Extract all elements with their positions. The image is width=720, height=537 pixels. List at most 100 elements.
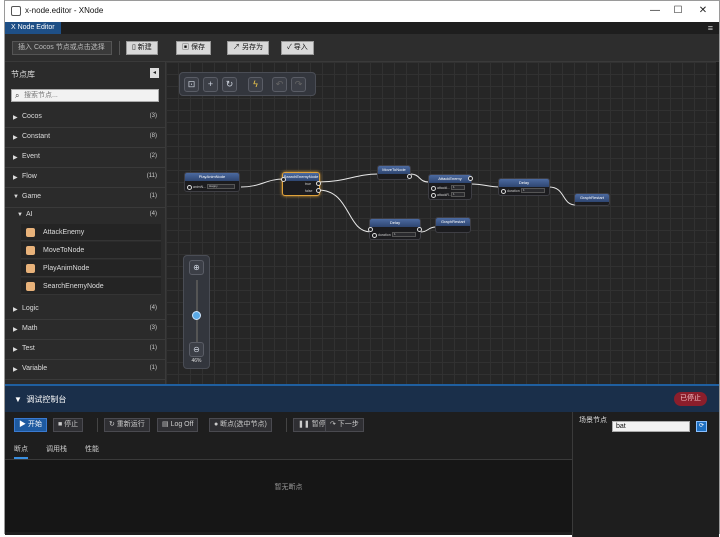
undo-icon[interactable]: ↶ xyxy=(272,77,287,92)
start-button[interactable]: ▶ 开始 xyxy=(14,418,47,432)
category-math[interactable]: ▶ Math (3) xyxy=(5,320,165,340)
redo-icon[interactable]: ↷ xyxy=(291,77,306,92)
param-field[interactable]: 1 xyxy=(521,188,545,193)
insert-cocos-node-button[interactable]: 插入 Cocos 节点或点击选择 xyxy=(12,41,112,55)
output-port[interactable] xyxy=(468,176,473,181)
category-flow[interactable]: ▶ Flow (11) xyxy=(5,168,165,188)
wire-search-false-to-delay xyxy=(317,189,372,233)
output-true-label: true xyxy=(305,182,312,186)
log-off-button[interactable]: ▤ Log Off xyxy=(157,418,199,432)
node-item-search-enemy-node[interactable]: SearchEnemyNode xyxy=(21,278,161,295)
category-name: Math xyxy=(22,325,38,332)
input-port[interactable] xyxy=(501,189,506,194)
zoom-slider-handle[interactable] xyxy=(192,310,201,320)
tab-breakpoints[interactable]: 断点 xyxy=(14,444,28,459)
node-search-enemy[interactable]: SearchEnemyNode true false xyxy=(281,172,321,196)
save-button[interactable]: ▣ 保存 xyxy=(176,41,211,55)
input-port[interactable] xyxy=(368,227,373,232)
output-port[interactable] xyxy=(316,188,321,193)
maximize-button[interactable]: ☐ xyxy=(668,4,688,18)
node-type-icon xyxy=(26,264,35,273)
close-window-button[interactable]: ✕ xyxy=(693,4,713,18)
param-field[interactable]: Happy xyxy=(207,184,235,189)
expand-arrow-icon: ▶ xyxy=(13,347,18,353)
hamburger-menu-icon[interactable]: ≡ xyxy=(708,23,713,33)
input-port[interactable] xyxy=(281,177,286,182)
stop-button[interactable]: ■ 停止 xyxy=(53,418,84,432)
category-constant[interactable]: ▶ Constant (8) xyxy=(5,128,165,148)
collapse-sidebar-button[interactable]: ◂ xyxy=(150,68,159,78)
wire-delay-to-restart xyxy=(548,186,577,206)
category-cocos[interactable]: ▶ Cocos (3) xyxy=(5,108,165,128)
save-as-button[interactable]: ↗ 另存为 xyxy=(227,41,269,55)
zoom-in-icon[interactable]: ⊕ xyxy=(189,260,204,275)
lightning-icon[interactable]: ϟ xyxy=(248,77,263,92)
debug-header[interactable]: ▼ 调试控制台 已停止 xyxy=(5,386,719,412)
collapse-arrow-icon: ▼ xyxy=(14,395,22,404)
category-count: (1) xyxy=(149,193,157,199)
node-item-move-to-node[interactable]: MoveToNode xyxy=(21,242,161,259)
node-graph-restart-2[interactable]: GraphRestart xyxy=(435,217,471,233)
wire-search-true-to-move xyxy=(317,173,379,183)
input-port[interactable] xyxy=(372,233,377,238)
input-port[interactable] xyxy=(431,193,436,198)
import-label: 导入 xyxy=(293,44,308,51)
node-move-to[interactable]: MoveToNode xyxy=(377,165,412,180)
minimize-button[interactable]: — xyxy=(645,4,665,18)
debug-title-text: 调试控制台 xyxy=(26,395,67,404)
node-delay-bottom[interactable]: Delay duration 1 xyxy=(368,218,422,240)
category-count: (1) xyxy=(149,345,157,351)
scene-node-input[interactable]: bat xyxy=(612,421,690,432)
node-play-anim[interactable]: PlayAnimNode animN... Happy xyxy=(184,172,240,192)
category-logic[interactable]: ▶ Logic (4) xyxy=(5,300,165,320)
param-field[interactable]: 1 xyxy=(392,232,416,237)
input-port[interactable] xyxy=(187,185,192,190)
locate-node-icon[interactable]: ⟳ xyxy=(696,421,707,432)
step-button[interactable]: ↷ 下一步 xyxy=(325,418,364,432)
node-search-input[interactable]: ⌕ 搜索节点... xyxy=(11,89,159,102)
category-name: Variable xyxy=(22,365,48,372)
refresh-icon[interactable]: ↻ xyxy=(222,77,237,92)
fit-view-icon[interactable]: ⊡ xyxy=(184,77,199,92)
category-name: Cocos xyxy=(22,113,42,120)
output-port[interactable] xyxy=(407,174,412,179)
category-game[interactable]: ▼ Game (1) xyxy=(5,188,165,208)
category-name: Constant xyxy=(22,133,51,140)
input-port[interactable] xyxy=(431,186,436,191)
node-title: Delay xyxy=(499,179,549,187)
category-name: Flow xyxy=(22,173,37,180)
main-toolbar: 插入 Cocos 节点或点击选择 ▯ 新建 ▣ 保存 ↗ 另存为 ✓ 导入 xyxy=(5,34,719,62)
node-item-play-anim-node[interactable]: PlayAnimNode xyxy=(21,260,161,277)
category-ai[interactable]: ▼ AI (4) xyxy=(5,206,165,226)
import-button[interactable]: ✓ 导入 xyxy=(281,41,314,55)
category-test[interactable]: ▶ Test (1) xyxy=(5,340,165,360)
app-tab[interactable]: X Node Editor xyxy=(5,22,61,34)
param-label: duration xyxy=(507,189,520,193)
param-field[interactable]: 1 xyxy=(451,185,465,190)
tab-call-stack[interactable]: 调用栈 xyxy=(46,444,67,454)
node-item-attack-enemy[interactable]: AttackEnemy xyxy=(21,224,161,241)
category-variable[interactable]: ▶ Variable (1) xyxy=(5,360,165,380)
node-type-icon xyxy=(26,282,35,291)
add-node-icon[interactable]: + xyxy=(203,77,218,92)
zoom-out-icon[interactable]: ⊖ xyxy=(189,342,204,357)
param-label: animN... xyxy=(193,185,207,189)
wire-attack-to-delay xyxy=(470,183,501,188)
rerun-button[interactable]: ↻ 重新运行 xyxy=(104,418,150,432)
graph-canvas[interactable]: ⊡ + ↻ ϟ ↶ ↷ ⊕ ⊖ 46% PlayAnimNode animN..… xyxy=(166,62,716,384)
category-count: (2) xyxy=(149,153,157,159)
debug-console: ▼ 调试控制台 已停止 ▶ 开始 ■ 停止 ↻ 重新运行 ▤ Log Off ●… xyxy=(5,384,719,537)
canvas-scrollbar[interactable] xyxy=(716,62,719,384)
tab-performance[interactable]: 性能 xyxy=(85,444,99,454)
output-port[interactable] xyxy=(316,181,321,186)
node-delay-top[interactable]: Delay duration 1 xyxy=(498,178,550,196)
scene-node-label: 场景节点 xyxy=(579,417,607,424)
breakpoint-button[interactable]: ● 断点(选中节点) xyxy=(209,418,272,432)
output-port[interactable] xyxy=(417,227,422,232)
category-event[interactable]: ▶ Event (2) xyxy=(5,148,165,168)
node-attack-enemy[interactable]: AttackEnemy attackI... 1 attackR... 1 xyxy=(428,174,473,200)
node-graph-restart-1[interactable]: GraphRestart xyxy=(574,193,610,206)
param-field[interactable]: 1 xyxy=(451,192,465,197)
toolbar-divider xyxy=(119,41,120,55)
new-button[interactable]: ▯ 新建 xyxy=(126,41,158,55)
